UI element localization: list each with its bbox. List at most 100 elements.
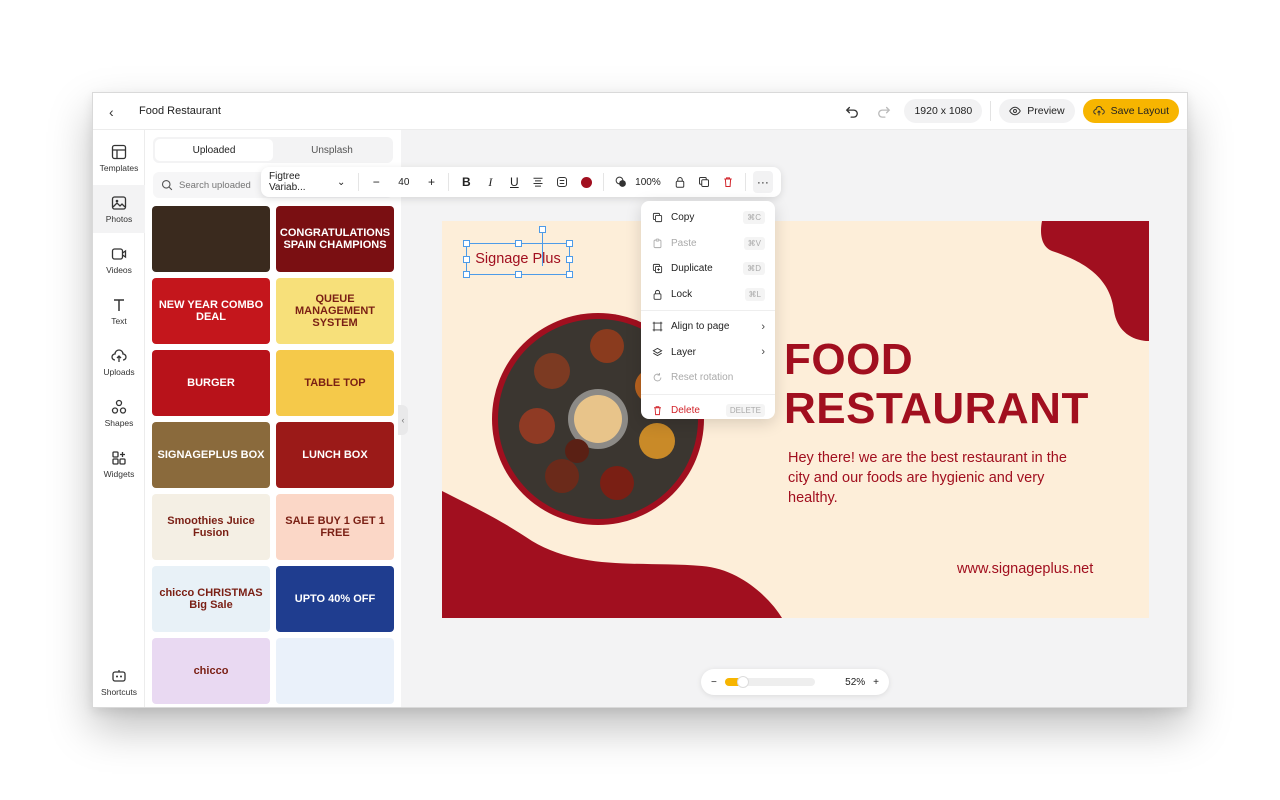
delete-icon[interactable] [718,171,738,193]
thumbnail[interactable]: TABLE TOP [276,350,394,416]
tab-uploaded[interactable]: Uploaded [155,139,273,161]
rail-item-shapes[interactable]: Shapes [93,389,145,437]
search-icon [161,179,173,191]
resize-handle-e[interactable] [566,256,573,263]
text-format-toolbar: Figtree Variab... ⌄ − 40 + B I U 100% ··… [261,167,781,197]
headline-line-1[interactable]: FOOD [784,335,913,385]
zoom-value: 52% [845,676,866,688]
duplicate-icon [651,263,663,275]
thumbnail[interactable] [276,638,394,704]
zoom-out-icon[interactable]: − [711,677,717,688]
zoom-slider[interactable] [724,676,815,688]
canvas-size-pill[interactable]: 1920 x 1080 [904,99,983,123]
divider [603,173,605,191]
decrease-font-size-icon[interactable]: − [366,171,386,193]
menu-item-copy[interactable]: Copy ⌘C [641,205,775,231]
selected-text-box[interactable]: Signage Plus [463,226,573,278]
text-effects-icon[interactable] [552,171,572,193]
thumbnail[interactable]: LUNCH BOX [276,422,394,488]
italic-icon[interactable]: I [480,171,500,193]
uploads-icon [111,348,127,362]
design-canvas[interactable]: Signage Plus FOOD RESTAURANT Hey there! … [442,221,1149,618]
thumbnail[interactable]: CONGRATULATIONS SPAIN CHAMPIONS [276,206,394,272]
website-text[interactable]: www.signageplus.net [957,561,1093,577]
thumbnail[interactable]: SIGNAGEPLUS BOX [152,422,270,488]
undo-icon[interactable] [840,99,864,123]
layers-icon [651,346,663,358]
thumbnail[interactable] [152,206,270,272]
zoom-in-icon[interactable]: + [873,677,879,688]
divider [448,173,450,191]
menu-item-lock[interactable]: Lock ⌘L [641,282,775,308]
shapes-icon [111,399,127,414]
chevron-right-icon: › [761,346,765,359]
menu-item-align-to-page[interactable]: Align to page › [641,314,775,340]
font-family-select[interactable]: Figtree Variab... ⌄ [269,171,351,193]
rail-label-widgets: Widgets [103,468,135,479]
resize-handle-ne[interactable] [566,240,573,247]
menu-item-duplicate[interactable]: Duplicate ⌘D [641,256,775,282]
thumbnail[interactable]: UPTO 40% OFF [276,566,394,632]
more-options-icon[interactable]: ··· [752,171,773,193]
uploaded-thumbnails: CONGRATULATIONS SPAIN CHAMPIONS NEW YEAR … [152,206,394,704]
tab-unsplash[interactable]: Unsplash [273,139,391,161]
reset-rotation-icon [651,372,663,384]
redo-icon[interactable] [872,99,896,123]
thumbnail[interactable]: Smoothies Juice Fusion [152,494,270,560]
increase-font-size-icon[interactable]: + [421,171,441,193]
rail-item-photos[interactable]: Photos [93,185,145,233]
rail-item-shortcuts[interactable]: Shortcuts [93,658,145,706]
opacity-icon[interactable] [611,171,631,193]
description-text[interactable]: Hey there! we are the best restaurant in… [788,448,1068,508]
document-title: Food Restaurant [139,105,221,117]
top-bar-actions: 1920 x 1080 Preview Save Layout [840,99,1179,123]
thumbnail[interactable]: NEW YEAR COMBO DEAL [152,278,270,344]
font-size-value[interactable]: 40 [390,177,417,188]
zoom-control: − 52% + [701,669,889,695]
eye-icon [1009,106,1022,116]
resize-handle-nw[interactable] [463,240,470,247]
shortcut-paste: ⌘V [743,236,765,250]
preview-button[interactable]: Preview [999,99,1075,123]
thumbnail[interactable]: chicco CHRISTMAS Big Sale [152,566,270,632]
zoom-slider-knob[interactable] [737,676,750,688]
thumbnail-label: UPTO 40% OFF [294,592,376,605]
rail-label-photos: Photos [105,213,133,224]
bold-icon[interactable]: B [456,171,476,193]
opacity-value[interactable]: 100% [635,177,666,188]
duplicate-icon[interactable] [694,171,714,193]
text-color-swatch[interactable] [576,171,596,193]
shortcut-copy: ⌘C [743,211,765,225]
resize-handle-n[interactable] [515,240,522,247]
align-center-icon[interactable] [528,171,548,193]
thumbnail[interactable]: SALE BUY 1 GET 1 FREE [276,494,394,560]
headline-line-2[interactable]: RESTAURANT [784,384,1089,434]
rail-item-templates[interactable]: Templates [93,134,145,182]
divider [990,101,992,121]
videos-icon [111,247,127,260]
collapse-panel-chevron-icon[interactable]: ‹ [398,405,408,435]
rail-label-shortcuts: Shortcuts [101,686,137,697]
rail-item-text[interactable]: Text [93,287,145,335]
rotate-handle[interactable] [539,226,546,233]
thumbnail-label: NEW YEAR COMBO DEAL [158,298,264,323]
back-chevron-icon[interactable]: ‹ [109,104,114,120]
rail-item-videos[interactable]: Videos [93,236,145,284]
menu-item-delete[interactable]: Delete DELETE [641,398,775,424]
resize-handle-sw[interactable] [463,271,470,278]
resize-handle-w[interactable] [463,256,470,263]
resize-handle-se[interactable] [566,271,573,278]
rail-item-widgets[interactable]: Widgets [93,440,145,488]
menu-item-paste[interactable]: Paste ⌘V [641,231,775,257]
menu-item-reset-rotation[interactable]: Reset rotation [641,365,775,391]
resize-handle-s[interactable] [515,271,522,278]
rail-item-uploads[interactable]: Uploads [93,338,145,386]
lock-icon[interactable] [670,171,690,193]
thumbnail[interactable]: chicco [152,638,270,704]
thumbnail[interactable]: BURGER [152,350,270,416]
thumbnail[interactable]: QUEUE MANAGEMENT SYSTEM [276,278,394,344]
save-layout-button[interactable]: Save Layout [1082,99,1179,123]
menu-item-layer[interactable]: Layer › [641,340,775,366]
color-dot [580,176,592,188]
underline-icon[interactable]: U [504,171,524,193]
